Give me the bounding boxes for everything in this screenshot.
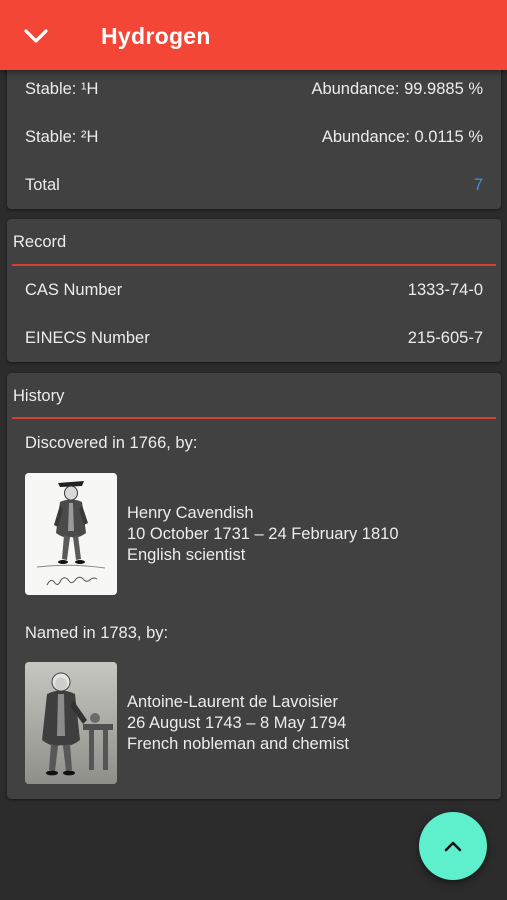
person-name: Henry Cavendish — [127, 504, 254, 522]
person-description: French nobleman and chemist — [127, 735, 349, 753]
chevron-up-icon — [444, 841, 462, 852]
lavoisier-portrait[interactable] — [25, 662, 117, 784]
isotope-name: Stable: ¹H — [25, 79, 99, 98]
history-title: History — [13, 387, 65, 405]
record-title: Record — [13, 233, 67, 251]
isotope-row: Stable: ¹H Abundance: 99.9885 % — [25, 77, 483, 101]
history-divider — [12, 417, 496, 419]
person-name: Antoine-Laurent de Lavoisier — [127, 693, 338, 711]
app-bar: Hydrogen — [0, 0, 507, 70]
named-text: Named in 1783, by: — [25, 624, 169, 642]
isotope-total-row: Total 7 — [25, 173, 483, 197]
cavendish-portrait[interactable] — [25, 473, 117, 595]
isotope-abundance: Abundance: 0.0115 % — [321, 127, 483, 146]
record-divider — [12, 264, 496, 266]
total-label: Total — [25, 175, 60, 194]
scroll-to-top-button[interactable] — [419, 812, 487, 880]
isotope-abundance: Abundance: 99.9885 % — [311, 79, 483, 98]
collapse-button[interactable] — [20, 20, 52, 52]
einecs-label: EINECS Number — [25, 328, 150, 347]
page-title: Hydrogen — [101, 23, 211, 49]
person-dates: 26 August 1743 – 8 May 1794 — [127, 714, 347, 732]
record-card: Record CAS Number 1333-74-0 EINECS Numbe… — [7, 219, 501, 362]
cas-label: CAS Number — [25, 280, 123, 299]
cas-row: CAS Number 1333-74-0 — [25, 278, 483, 302]
cas-value: 1333-74-0 — [407, 280, 483, 299]
person-dates: 10 October 1731 – 24 February 1810 — [127, 525, 399, 543]
einecs-value: 215-605-7 — [407, 328, 483, 347]
isotope-name: Stable: ²H — [25, 127, 99, 146]
cavendish-info: Henry Cavendish 10 October 1731 – 24 Feb… — [127, 503, 399, 566]
lavoisier-portrait-image — [25, 662, 117, 784]
discovered-text: Discovered in 1766, by: — [25, 434, 198, 452]
total-isotopes-link[interactable]: 7 — [474, 176, 483, 195]
lavoisier-info: Antoine-Laurent de Lavoisier 26 August 1… — [127, 692, 349, 755]
cavendish-portrait-image — [25, 473, 117, 595]
chevron-down-icon — [24, 29, 48, 43]
isotope-row: Stable: ²H Abundance: 0.0115 % — [25, 125, 483, 149]
person-description: English scientist — [127, 546, 246, 564]
history-card: History Discovered in 1766, by: Henry Ca… — [7, 373, 501, 799]
einecs-row: EINECS Number 215-605-7 — [25, 326, 483, 350]
